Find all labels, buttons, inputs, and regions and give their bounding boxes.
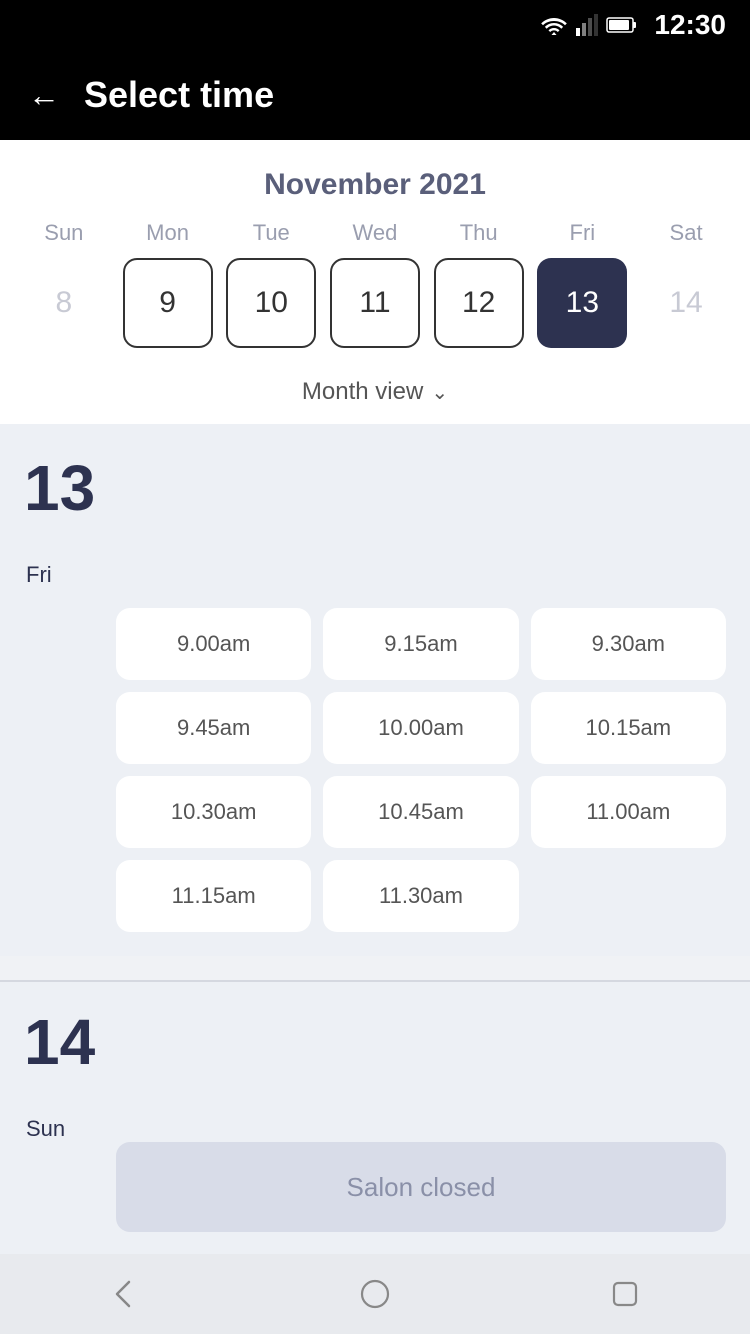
date-12[interactable]: 12 bbox=[434, 258, 524, 348]
time-slot-0[interactable]: 9.00am bbox=[116, 608, 311, 680]
closed-section-14: 14 Sun Salon closed bbox=[0, 982, 750, 1264]
nav-recents-button[interactable] bbox=[600, 1269, 650, 1319]
date-11[interactable]: 11 bbox=[330, 258, 420, 348]
day-number-13: 13 bbox=[24, 456, 114, 520]
signal-icon bbox=[576, 14, 598, 36]
recents-nav-icon bbox=[607, 1276, 643, 1312]
month-view-label: Month view bbox=[302, 378, 423, 406]
weekday-row: Sun Mon Tue Wed Thu Fri Sat bbox=[0, 220, 750, 246]
day-name-13: Fri bbox=[26, 562, 114, 588]
bottom-nav bbox=[0, 1254, 750, 1334]
nav-back-button[interactable] bbox=[100, 1269, 150, 1319]
month-year-label: November 2021 bbox=[0, 168, 750, 202]
weekday-sun: Sun bbox=[19, 220, 109, 246]
time-slot-8[interactable]: 11.00am bbox=[531, 776, 726, 848]
time-slot-10[interactable]: 11.30am bbox=[323, 860, 518, 932]
salon-closed-label: Salon closed bbox=[116, 1142, 726, 1232]
status-time: 12:30 bbox=[654, 9, 726, 41]
month-view-toggle[interactable]: Month view ⌄ bbox=[0, 366, 750, 424]
battery-icon bbox=[606, 16, 638, 34]
weekday-wed: Wed bbox=[330, 220, 420, 246]
weekday-mon: Mon bbox=[123, 220, 213, 246]
time-slot-5[interactable]: 10.15am bbox=[531, 692, 726, 764]
time-slot-7[interactable]: 10.45am bbox=[323, 776, 518, 848]
date-8[interactable]: 8 bbox=[19, 258, 109, 348]
closed-day-number: 14 bbox=[24, 1010, 114, 1074]
back-nav-icon bbox=[107, 1276, 143, 1312]
date-9[interactable]: 9 bbox=[123, 258, 213, 348]
calendar-section: November 2021 Sun Mon Tue Wed Thu Fri Sa… bbox=[0, 140, 750, 424]
weekday-tue: Tue bbox=[226, 220, 316, 246]
chevron-down-icon: ⌄ bbox=[431, 380, 448, 405]
time-slot-6[interactable]: 10.30am bbox=[116, 776, 311, 848]
time-slot-4[interactable]: 10.00am bbox=[323, 692, 518, 764]
time-slot-1[interactable]: 9.15am bbox=[323, 608, 518, 680]
weekday-fri: Fri bbox=[537, 220, 627, 246]
status-bar: 12:30 bbox=[0, 0, 750, 50]
day-header-13: 13 Fri bbox=[24, 456, 726, 588]
wifi-icon bbox=[540, 14, 568, 36]
weekday-sat: Sat bbox=[641, 220, 731, 246]
time-slot-2[interactable]: 9.30am bbox=[531, 608, 726, 680]
time-slot-3[interactable]: 9.45am bbox=[116, 692, 311, 764]
nav-home-button[interactable] bbox=[350, 1269, 400, 1319]
closed-day-name: Sun bbox=[26, 1116, 114, 1142]
time-slots-grid: 9.00am 9.15am 9.30am 9.45am 10.00am 10.1… bbox=[116, 608, 726, 932]
back-button[interactable]: ← bbox=[28, 77, 60, 114]
date-13[interactable]: 13 bbox=[537, 258, 627, 348]
time-section-13: 13 Fri 9.00am 9.15am 9.30am 9.45am 10.00… bbox=[0, 424, 750, 956]
time-slot-9[interactable]: 11.15am bbox=[116, 860, 311, 932]
date-14[interactable]: 14 bbox=[641, 258, 731, 348]
date-10[interactable]: 10 bbox=[226, 258, 316, 348]
header: ← Select time bbox=[0, 50, 750, 140]
weekday-thu: Thu bbox=[434, 220, 524, 246]
dates-row: 8 9 10 11 12 13 14 bbox=[0, 258, 750, 366]
closed-day-header: 14 Sun bbox=[24, 1010, 726, 1142]
status-icons: 12:30 bbox=[540, 9, 726, 41]
page-title: Select time bbox=[84, 74, 274, 116]
home-nav-icon bbox=[357, 1276, 393, 1312]
